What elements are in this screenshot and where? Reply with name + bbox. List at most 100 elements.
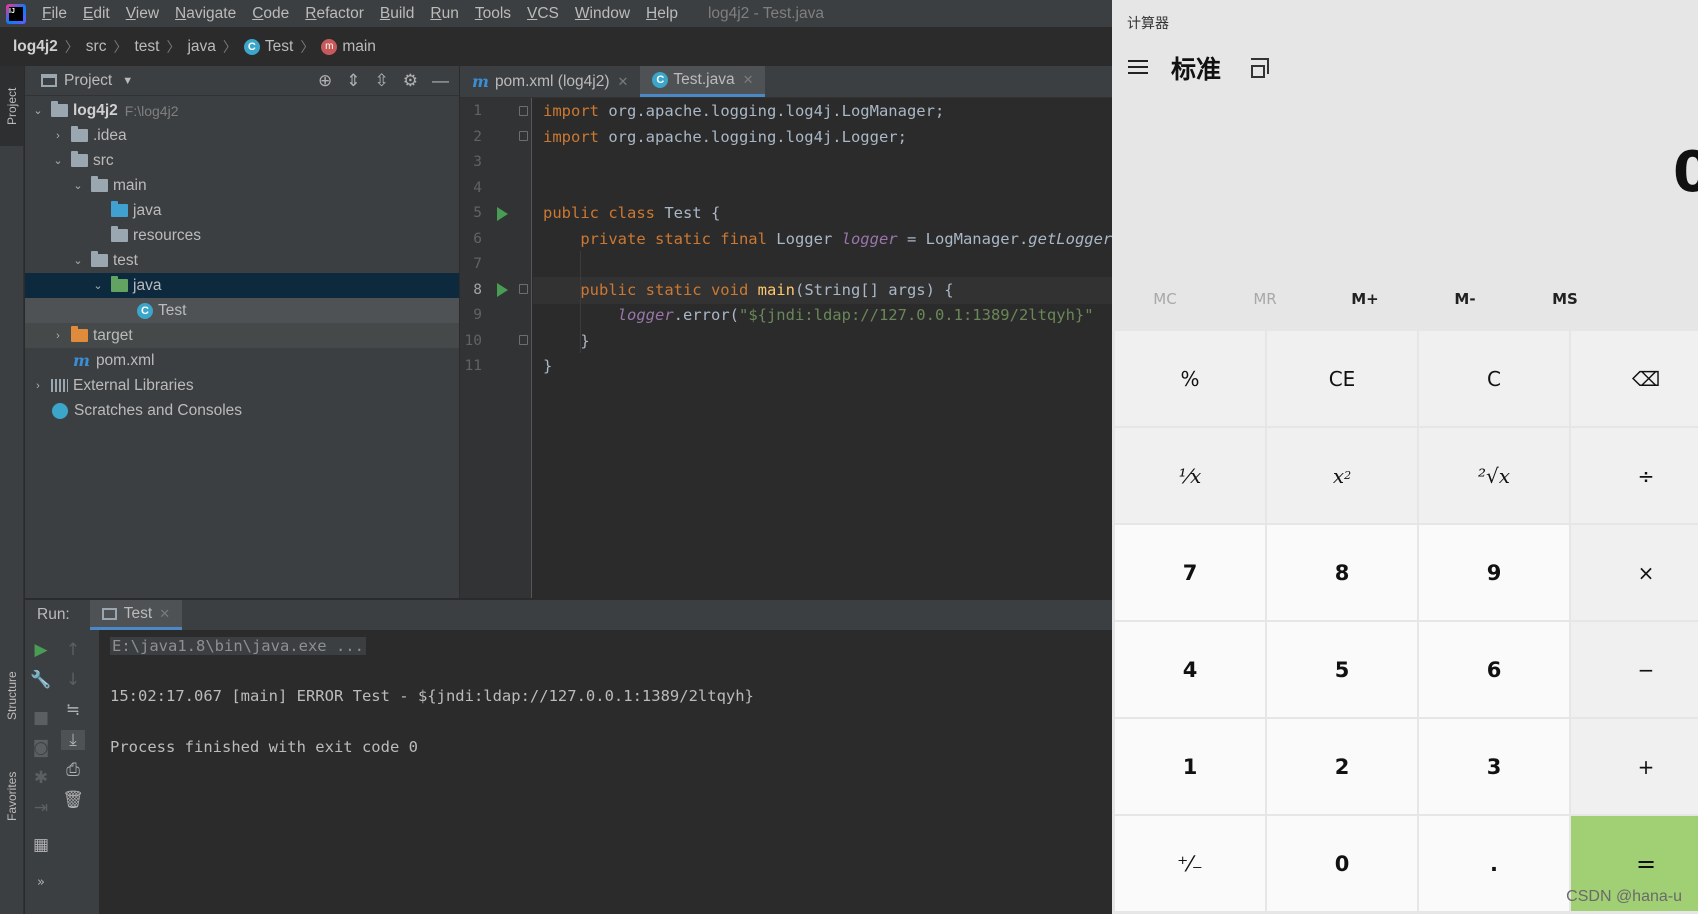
menu-navigate[interactable]: Navigate (167, 5, 244, 23)
menu-view[interactable]: View (118, 5, 167, 23)
chevron-down-icon[interactable]: ⌄ (51, 154, 65, 167)
digit-5-button[interactable]: 5 (1267, 622, 1417, 717)
tree-item-main[interactable]: ⌄ main (25, 173, 459, 198)
chevron-right-icon[interactable]: › (31, 380, 45, 392)
menu-refactor[interactable]: Refactor (297, 5, 372, 23)
rerun-icon[interactable]: ▶ (29, 640, 53, 660)
more-icon[interactable]: » (29, 875, 53, 890)
breadcrumb-src[interactable]: src (86, 38, 107, 56)
close-icon[interactable]: ✕ (743, 72, 754, 88)
arrow-down-icon[interactable]: ↓ (61, 670, 85, 690)
fold-marker-icon[interactable] (519, 335, 528, 345)
wrench-icon[interactable]: 🔧 (29, 670, 53, 690)
reciprocal-button[interactable]: ¹⁄x (1115, 428, 1265, 523)
menu-build[interactable]: Build (372, 5, 422, 23)
fold-marker-icon[interactable] (519, 284, 528, 294)
breadcrumb-method[interactable]: m main (321, 38, 376, 56)
divide-button[interactable]: ÷ (1571, 428, 1698, 523)
project-panel-title[interactable]: Project (64, 72, 112, 90)
code-area[interactable]: import org.apache.logging.log4j.LogManag… (533, 98, 1112, 598)
tree-item-test-class[interactable]: C Test (25, 298, 459, 323)
exit-icon[interactable]: ⇥ (29, 798, 53, 818)
run-tab-test[interactable]: Test ✕ (89, 600, 183, 630)
digit-1-button[interactable]: 1 (1115, 719, 1265, 814)
tree-item-resources[interactable]: resources (25, 223, 459, 248)
run-main-icon[interactable] (497, 283, 508, 297)
tree-item-src[interactable]: ⌄ src (25, 148, 459, 173)
keep-on-top-icon[interactable] (1251, 58, 1269, 78)
square-root-button[interactable]: ²√x (1419, 428, 1569, 523)
chevron-down-icon[interactable]: ⌄ (31, 104, 45, 117)
breadcrumb-project[interactable]: log4j2 (13, 38, 58, 56)
tree-item-idea[interactable]: › .idea (25, 123, 459, 148)
close-icon[interactable]: ✕ (159, 606, 170, 622)
fold-marker-icon[interactable] (519, 106, 528, 116)
chevron-down-icon[interactable]: ▼ (122, 75, 133, 87)
print-icon[interactable]: ⎙ (61, 760, 85, 780)
tab-pom-xml[interactable]: m pom.xml (log4j2) ✕ (460, 66, 640, 97)
debug-icon[interactable]: ✱ (29, 768, 53, 788)
digit-9-button[interactable]: 9 (1419, 525, 1569, 620)
menu-edit[interactable]: Edit (75, 5, 118, 23)
locate-file-icon[interactable]: ⊕ (318, 71, 332, 91)
plus-button[interactable]: + (1571, 719, 1698, 814)
chevron-down-icon[interactable]: ⌄ (71, 254, 85, 267)
menu-help[interactable]: Help (638, 5, 686, 23)
fold-marker-icon[interactable] (519, 131, 528, 141)
tree-item-external-libraries[interactable]: › External Libraries (25, 373, 459, 398)
chevron-down-icon[interactable]: ⌄ (71, 179, 85, 192)
tree-item-scratches[interactable]: Scratches and Consoles (25, 398, 459, 423)
run-class-icon[interactable] (497, 207, 508, 221)
memory-clear-button[interactable]: MC (1115, 281, 1215, 317)
clear-button[interactable]: C (1419, 331, 1569, 426)
menu-code[interactable]: Code (244, 5, 297, 23)
digit-3-button[interactable]: 3 (1419, 719, 1569, 814)
hide-panel-icon[interactable]: — (432, 71, 449, 91)
multiply-button[interactable]: × (1571, 525, 1698, 620)
chevron-right-icon[interactable]: › (51, 330, 65, 342)
tree-item-test-java[interactable]: ⌄ java (25, 273, 459, 298)
expand-all-icon[interactable]: ⇕ (346, 71, 360, 91)
trash-icon[interactable]: 🗑 (61, 790, 85, 810)
memory-recall-button[interactable]: MR (1215, 281, 1315, 317)
collapse-all-icon[interactable]: ⇳ (375, 71, 389, 91)
tree-item-pom[interactable]: m pom.xml (25, 348, 459, 373)
stripe-tab-favorites[interactable]: Favorites (0, 756, 24, 836)
tree-item-root[interactable]: ⌄ log4j2 F:\log4j2 (25, 98, 459, 123)
breadcrumb-class[interactable]: C Test (243, 38, 293, 56)
negate-button[interactable]: ⁺⁄₋ (1115, 816, 1265, 911)
digit-4-button[interactable]: 4 (1115, 622, 1265, 717)
tree-item-main-java[interactable]: java (25, 198, 459, 223)
memory-subtract-button[interactable]: M- (1415, 281, 1515, 317)
arrow-up-icon[interactable]: ↑ (61, 640, 85, 660)
hamburger-menu-icon[interactable] (1128, 60, 1148, 74)
gear-icon[interactable]: ⚙ (403, 71, 418, 91)
digit-7-button[interactable]: 7 (1115, 525, 1265, 620)
scroll-to-end-icon[interactable]: ⤓ (61, 730, 85, 750)
layout-icon[interactable]: ▦ (29, 835, 53, 855)
tab-test-java[interactable]: C Test.java ✕ (640, 66, 766, 97)
breadcrumb-test[interactable]: test (134, 38, 159, 56)
digit-0-button[interactable]: 0 (1267, 816, 1417, 911)
minus-button[interactable]: − (1571, 622, 1698, 717)
backspace-button[interactable]: ⌫ (1571, 331, 1698, 426)
menu-vcs[interactable]: VCS (519, 5, 567, 23)
clear-entry-button[interactable]: CE (1267, 331, 1417, 426)
menu-run[interactable]: Run (422, 5, 466, 23)
console-command[interactable]: E:\java1.8\bin\java.exe ... (110, 637, 366, 655)
stripe-tab-project[interactable]: Project (0, 66, 24, 146)
menu-tools[interactable]: Tools (467, 5, 519, 23)
menu-file[interactable]: File (34, 5, 75, 23)
stripe-tab-structure[interactable]: Structure (0, 651, 24, 741)
menu-window[interactable]: Window (567, 5, 638, 23)
memory-store-button[interactable]: MS (1515, 281, 1615, 317)
percent-button[interactable]: % (1115, 331, 1265, 426)
decimal-button[interactable]: . (1419, 816, 1569, 911)
chevron-right-icon[interactable]: › (51, 130, 65, 142)
digit-2-button[interactable]: 2 (1267, 719, 1417, 814)
close-icon[interactable]: ✕ (618, 74, 629, 90)
breadcrumb-java[interactable]: java (187, 38, 215, 56)
tree-item-target[interactable]: › target (25, 323, 459, 348)
digit-8-button[interactable]: 8 (1267, 525, 1417, 620)
tree-item-test[interactable]: ⌄ test (25, 248, 459, 273)
